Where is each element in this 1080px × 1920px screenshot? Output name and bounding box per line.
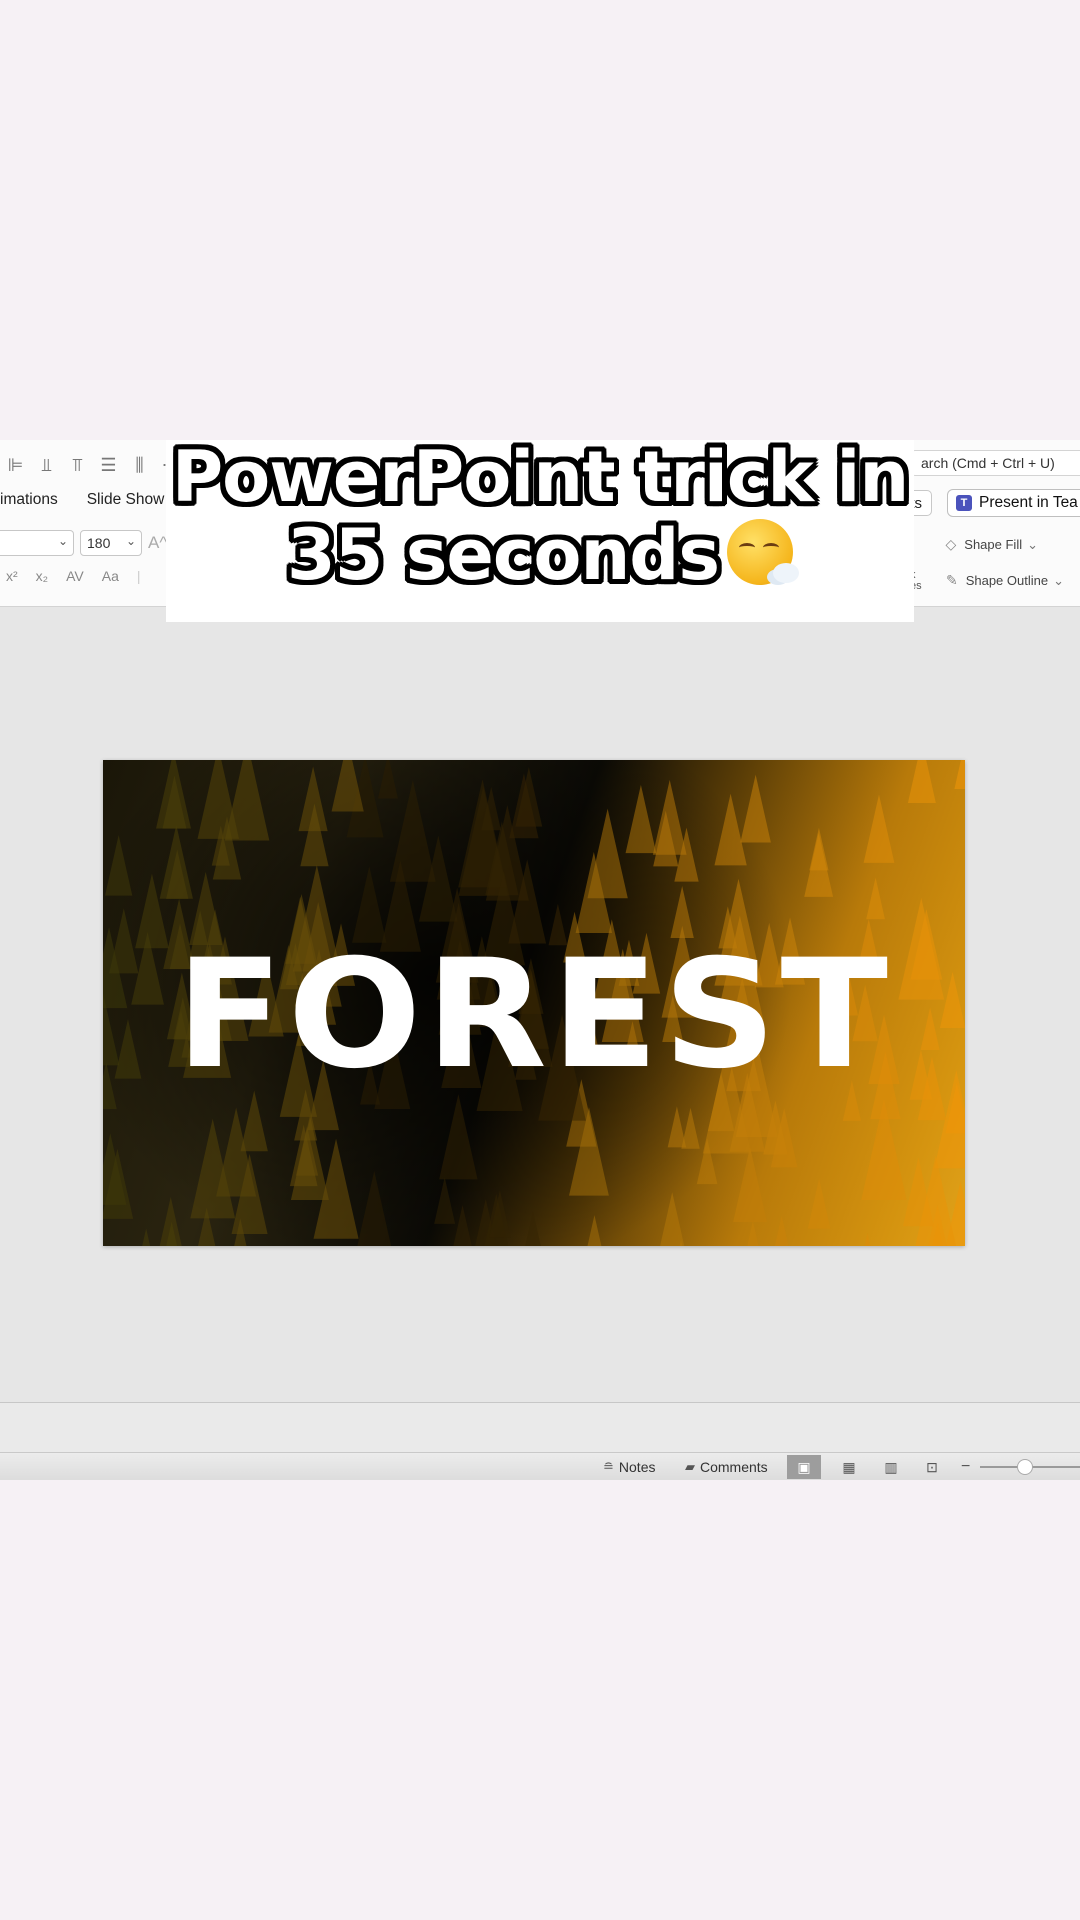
change-case-icon[interactable]: Aa — [102, 568, 119, 584]
search-input[interactable]: arch (Cmd + Ctrl + U) — [910, 450, 1080, 476]
search-placeholder: arch (Cmd + Ctrl + U) — [921, 455, 1055, 471]
tree-shape — [525, 1211, 541, 1246]
tree-shape — [954, 760, 965, 790]
tree-shape — [804, 832, 834, 897]
presenter-icon: ⊡ — [926, 1458, 938, 1475]
shape-fill-button[interactable]: ◇ Shape Fill ⌄ — [946, 536, 1039, 553]
chevron-down-icon: ⌄ — [1027, 536, 1038, 552]
align-bottom-icon[interactable]: ⫫ — [31, 452, 62, 478]
paint-bucket-icon: ◇ — [945, 536, 957, 552]
tree-shape — [378, 760, 398, 799]
present-in-teams-label: Present in Tea — [979, 494, 1078, 511]
tree-shape — [740, 774, 771, 843]
font-size-value: 180 — [87, 535, 111, 551]
grid-icon: ▦ — [842, 1458, 856, 1475]
tree-shape — [714, 793, 747, 866]
tree-shape — [774, 1215, 789, 1246]
tree-shape — [863, 794, 895, 863]
slide-canvas[interactable]: FOREST — [103, 760, 965, 1246]
tab-animations[interactable]: imations — [0, 488, 58, 512]
reading-view-button[interactable]: ▥ — [874, 1455, 908, 1479]
book-icon: ▥ — [884, 1458, 898, 1475]
face-exhaling-emoji-icon — [727, 519, 800, 585]
tree-shape — [861, 1099, 907, 1200]
shape-fill-label: Shape Fill — [964, 537, 1023, 552]
tree-shape — [807, 1178, 831, 1229]
tree-shape — [667, 1106, 687, 1148]
align-icon[interactable]: ⊫ — [0, 452, 31, 478]
ribbon-tabs: imations Slide Show — [0, 488, 193, 512]
align-middle-icon[interactable]: ☰ — [93, 452, 124, 478]
font-size-select[interactable]: 180 ⌄ — [80, 530, 142, 556]
tree-shape — [866, 877, 885, 920]
minus-icon: − — [961, 1458, 971, 1475]
normal-view-icon: ▣ — [797, 1458, 811, 1475]
ribbon-icon-row: ⊫ ⫫ ⫪ ☰ ⫼ ⋯ — [0, 452, 186, 478]
tree-shape — [907, 760, 936, 804]
comment-icon: ▰ — [685, 1459, 695, 1474]
notes-icon: ≘ — [603, 1459, 614, 1474]
shape-outline-button[interactable]: ✎ Shape Outline ⌄ — [946, 572, 1064, 589]
subscript-icon[interactable]: x₂ — [36, 568, 48, 584]
screen: ⊫ ⫫ ⫪ ☰ ⫼ ⋯ imations Slide Show ⌄ 180 ⌄ — [0, 0, 1080, 1920]
tree-shape — [105, 834, 133, 896]
comments-button[interactable]: ▰ Comments — [685, 1453, 768, 1480]
tree-shape — [197, 760, 240, 839]
slide-title[interactable]: FOREST — [103, 940, 965, 1090]
font-name-select[interactable]: ⌄ — [0, 530, 74, 556]
chevron-down-icon: ⌄ — [1053, 572, 1064, 588]
caption-line-1: PowerPoint trick in — [171, 436, 909, 518]
shape-outline-label: Shape Outline — [965, 573, 1049, 588]
video-caption: PowerPoint trick in 35 seconds — [166, 438, 914, 594]
superscript-icon[interactable]: x² — [6, 568, 18, 584]
present-in-teams-button[interactable]: T Present in Tea — [947, 489, 1080, 517]
tree-shape — [747, 1220, 759, 1246]
tab-slide-show[interactable]: Slide Show — [87, 488, 165, 512]
chevron-down-icon: ⌄ — [57, 534, 68, 548]
tree-shape — [625, 784, 657, 854]
tree-shape — [660, 1192, 685, 1246]
tree-shape — [864, 1232, 871, 1246]
distribute-icon[interactable]: ⫼ — [124, 452, 155, 478]
tree-shape — [733, 1146, 767, 1223]
comments-label: Comments — [700, 1459, 768, 1475]
format-controls: x² x₂ AV Aa | — [0, 568, 159, 584]
zoom-slider-knob[interactable] — [1017, 1459, 1033, 1475]
tree-shape — [439, 1094, 478, 1180]
align-top-icon[interactable]: ⫪ — [62, 452, 93, 478]
status-bar: ≘ Notes ▰ Comments ▣ ▦ ▥ ⊡ − — [0, 1452, 1080, 1480]
caption-line-2: 35 seconds — [166, 516, 914, 594]
normal-view-button[interactable]: ▣ — [787, 1455, 821, 1479]
tree-shape — [434, 1177, 456, 1224]
zoom-out-button[interactable]: − — [961, 1453, 970, 1480]
font-controls: ⌄ 180 ⌄ A^ — [0, 530, 167, 556]
notes-pane[interactable] — [0, 1403, 1080, 1452]
slide-sorter-view-button[interactable]: ▦ — [832, 1455, 866, 1479]
character-spacing-icon[interactable]: AV — [66, 568, 84, 584]
tree-shape — [587, 1215, 602, 1246]
grow-font-icon[interactable]: A^ — [148, 533, 167, 553]
notes-label: Notes — [618, 1459, 656, 1475]
pen-icon: ✎ — [945, 572, 958, 588]
caption-line-2-text: 35 seconds — [286, 514, 720, 596]
notes-button[interactable]: ≘ Notes — [603, 1453, 655, 1480]
divider: | — [136, 568, 141, 584]
presenter-view-button[interactable]: ⊡ — [915, 1455, 949, 1479]
teams-icon: T — [956, 495, 972, 511]
chevron-down-icon: ⌄ — [125, 534, 136, 548]
